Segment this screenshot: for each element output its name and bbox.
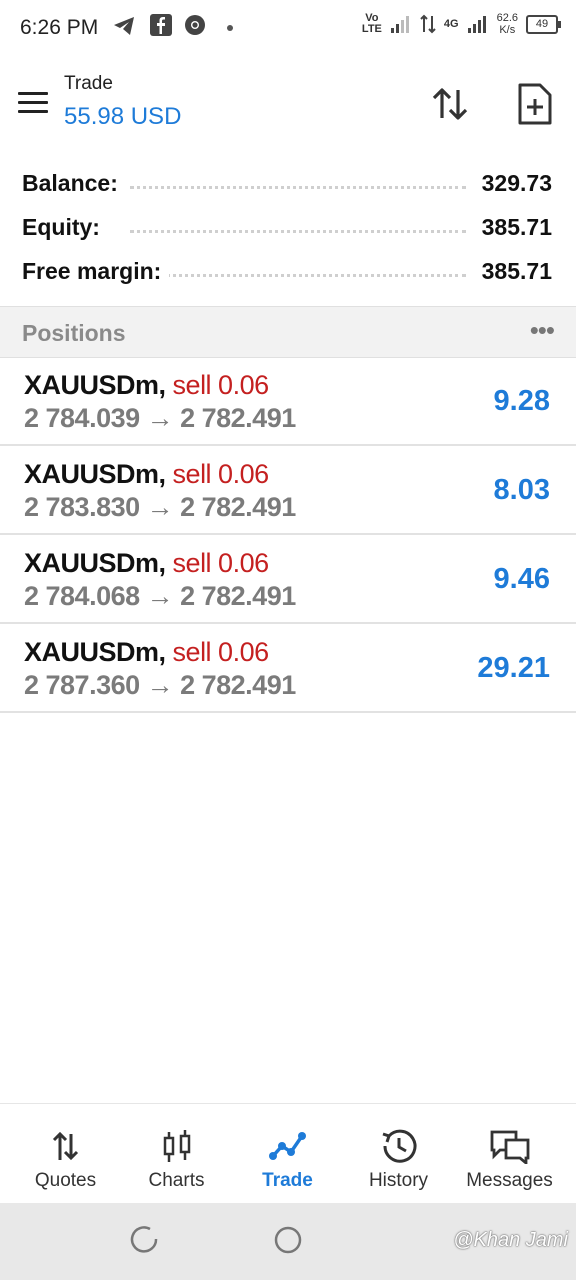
recent-apps-icon[interactable] bbox=[130, 1225, 160, 1255]
page-title: Trade bbox=[64, 73, 113, 94]
equity-row: Equity: 385.71 bbox=[0, 208, 576, 252]
watermark-text: @Khan Jami bbox=[453, 1229, 568, 1251]
position-profit: 29.21 bbox=[477, 652, 550, 684]
battery-icon: 49 bbox=[526, 14, 561, 34]
position-prices: 2 784.068 → 2 782.491 bbox=[24, 581, 296, 611]
position-profit: 9.46 bbox=[493, 563, 550, 595]
nav-label: Messages bbox=[466, 1170, 553, 1191]
position-side: sell 0.06 bbox=[172, 548, 270, 578]
nav-label: Charts bbox=[148, 1170, 205, 1191]
position-side: sell 0.06 bbox=[172, 370, 270, 400]
positions-title: Positions bbox=[22, 320, 126, 346]
balance-value: 329.73 bbox=[473, 170, 552, 197]
bottom-nav: Quotes Charts Trade History Messages bbox=[0, 1103, 576, 1204]
signal-icon bbox=[390, 16, 409, 33]
dotted-leader bbox=[130, 186, 466, 189]
history-icon bbox=[382, 1129, 417, 1163]
position-symbol: XAUUSDm, bbox=[24, 459, 166, 489]
app-header: Trade 55.98 USD bbox=[0, 58, 576, 148]
equity-value: 385.71 bbox=[473, 214, 552, 241]
nav-quotes[interactable]: Quotes bbox=[8, 1104, 123, 1204]
nav-charts[interactable]: Charts bbox=[119, 1104, 234, 1204]
position-row[interactable]: XAUUSDm, sell 0.06 2 783.830 → 2 782.491… bbox=[0, 446, 576, 535]
network-gen: 4G bbox=[443, 18, 459, 30]
position-profit: 9.28 bbox=[493, 385, 550, 417]
charts-icon bbox=[163, 1130, 191, 1162]
sort-icon[interactable] bbox=[430, 84, 470, 124]
positions-header: Positions ••• bbox=[0, 306, 576, 358]
notification-dot-icon bbox=[227, 25, 233, 31]
quotes-icon bbox=[52, 1131, 79, 1161]
nav-label: Quotes bbox=[34, 1170, 97, 1191]
trade-icon bbox=[269, 1132, 306, 1160]
nav-history[interactable]: History bbox=[341, 1104, 456, 1204]
nav-label: History bbox=[368, 1170, 429, 1191]
position-prices: 2 783.830 → 2 782.491 bbox=[24, 492, 296, 522]
menu-icon[interactable] bbox=[18, 92, 48, 114]
status-right: Vo LTE 4G 62.6 K/s 49 bbox=[361, 12, 561, 36]
status-bar: 6:26 PM Vo LTE 4G 62.6 K/s 49 bbox=[0, 0, 576, 58]
position-symbol: XAUUSDm, bbox=[24, 370, 166, 400]
data-transfer-icon bbox=[420, 14, 436, 34]
balance-row: Balance: 329.73 bbox=[0, 164, 576, 208]
telegram-icon bbox=[114, 17, 134, 35]
more-icon[interactable]: ••• bbox=[530, 315, 555, 346]
equity-label: Equity: bbox=[22, 214, 108, 241]
messages-icon bbox=[490, 1130, 530, 1164]
free-margin-row: Free margin: 385.71 bbox=[0, 252, 576, 296]
dotted-leader bbox=[130, 274, 466, 277]
position-row[interactable]: XAUUSDm, sell 0.06 2 784.039 → 2 782.491… bbox=[0, 357, 576, 446]
nav-trade[interactable]: Trade bbox=[230, 1104, 345, 1204]
position-row[interactable]: XAUUSDm, sell 0.06 2 784.068 → 2 782.491… bbox=[0, 535, 576, 624]
status-time: 6:26 PM bbox=[20, 16, 99, 39]
signal-icon-2 bbox=[467, 16, 486, 33]
position-symbol: XAUUSDm, bbox=[24, 548, 166, 578]
chrome-icon bbox=[185, 15, 205, 35]
free-margin-label: Free margin: bbox=[22, 258, 170, 285]
position-row[interactable]: XAUUSDm, sell 0.06 2 787.360 → 2 782.491… bbox=[0, 624, 576, 713]
net-speed: 62.6 K/s bbox=[496, 12, 518, 36]
positions-list: XAUUSDm, sell 0.06 2 784.039 → 2 782.491… bbox=[0, 357, 576, 713]
dotted-leader bbox=[130, 230, 466, 233]
free-margin-value: 385.71 bbox=[473, 258, 552, 285]
new-order-icon[interactable] bbox=[514, 82, 554, 126]
position-side: sell 0.06 bbox=[172, 459, 270, 489]
position-profit: 8.03 bbox=[493, 474, 550, 506]
nav-messages[interactable]: Messages bbox=[452, 1104, 567, 1204]
position-prices: 2 784.039 → 2 782.491 bbox=[24, 403, 296, 433]
nav-label: Trade bbox=[262, 1170, 313, 1191]
balance-label: Balance: bbox=[22, 170, 126, 197]
page-subtitle: 55.98 USD bbox=[64, 103, 182, 130]
system-nav-bar: @Khan Jami bbox=[0, 1203, 576, 1280]
account-summary: Balance: 329.73 Equity: 385.71 Free marg… bbox=[0, 164, 576, 296]
volte-indicator: Vo LTE bbox=[361, 12, 382, 35]
facebook-icon bbox=[150, 14, 172, 36]
position-symbol: XAUUSDm, bbox=[24, 637, 166, 667]
home-icon[interactable] bbox=[273, 1225, 303, 1255]
position-side: sell 0.06 bbox=[172, 637, 270, 667]
position-prices: 2 787.360 → 2 782.491 bbox=[24, 670, 296, 700]
